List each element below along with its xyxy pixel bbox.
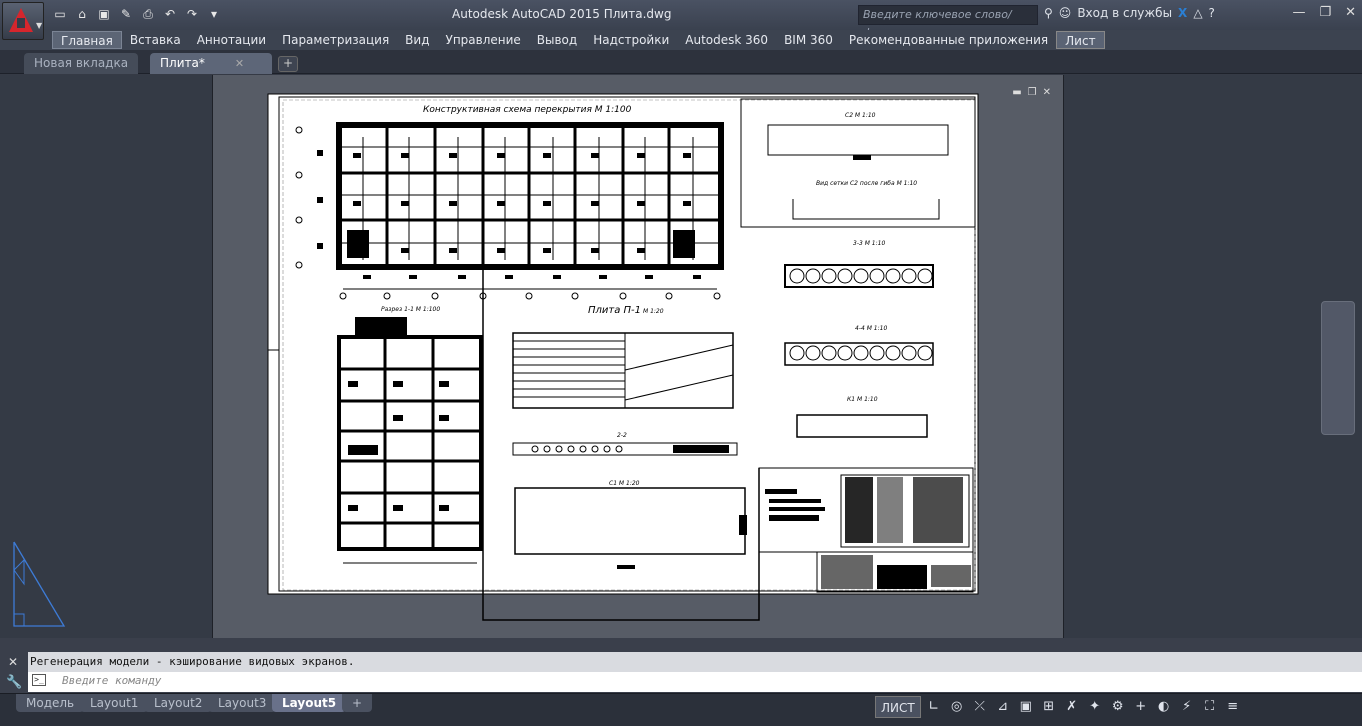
- new-icon[interactable]: ▭: [52, 6, 68, 22]
- viewport-controls: ▬ ❐ ✕: [1012, 87, 1051, 98]
- redo-icon[interactable]: ↷: [184, 6, 200, 22]
- restore-icon[interactable]: ❐: [1319, 5, 1331, 20]
- window-title: Autodesk AutoCAD 2015 Плита.dwg: [452, 7, 672, 21]
- a360-icon[interactable]: △: [1193, 6, 1202, 20]
- ribbon-tab-3[interactable]: Параметризация: [274, 31, 397, 49]
- ribbon-tab-8[interactable]: Autodesk 360: [677, 31, 776, 49]
- gear-icon[interactable]: ⚙: [1108, 696, 1128, 718]
- help-icon[interactable]: ?: [1209, 6, 1215, 20]
- ribbon-tab-6[interactable]: Вывод: [529, 31, 585, 49]
- ribbon-tab-4[interactable]: Вид: [397, 31, 437, 49]
- ortho-icon[interactable]: ⊿: [993, 696, 1013, 718]
- transparency-icon[interactable]: ⊞: [1039, 696, 1059, 718]
- hardware-icon[interactable]: ⚡: [1177, 696, 1197, 718]
- application-menu-button[interactable]: ▼: [2, 2, 44, 40]
- close-icon[interactable]: ✕: [1043, 87, 1051, 98]
- customize-icon[interactable]: ≡: [1223, 696, 1243, 718]
- title-bar: ▭ ⌂ ▣ ✎ ⎙ ↶ ↷ ▾ Autodesk AutoCAD 2015 Пл…: [0, 0, 1362, 39]
- saveas-icon[interactable]: ✎: [118, 6, 134, 22]
- command-history: Регенерация модели - кэширование видовых…: [28, 652, 1362, 672]
- layout-tab-2[interactable]: Layout2: [144, 694, 213, 712]
- prompt-icon[interactable]: >_: [32, 674, 46, 686]
- ucs-icon: [13, 541, 66, 627]
- file-tabs: Новая вкладка Плита* ✕: [0, 50, 1362, 74]
- section-44-title: 4-4 М 1:10: [855, 325, 887, 332]
- tab-new[interactable]: Новая вкладка: [24, 53, 139, 74]
- ribbon-tab-1[interactable]: Вставка: [122, 31, 189, 49]
- add-tab-button[interactable]: +: [278, 56, 298, 72]
- mesh-view-title: Вид сетки С2 после гиба М 1:10: [816, 180, 917, 187]
- add-layout-button[interactable]: +: [342, 694, 373, 712]
- section-22-title: 2-2: [617, 432, 627, 439]
- search-input[interactable]: Введите ключевое слово/фразу: [858, 5, 1038, 39]
- exchange-icon[interactable]: X: [1178, 6, 1187, 20]
- ribbon-tab-11[interactable]: Лист: [1056, 31, 1105, 49]
- print-icon[interactable]: ⎙: [140, 6, 156, 22]
- signin-button[interactable]: Вход в службы: [1077, 6, 1172, 20]
- paper-space: Конструктивная схема перекрытия М 1:100 …: [212, 75, 1064, 638]
- drawing-canvas[interactable]: Конструктивная схема перекрытия М 1:100 …: [213, 75, 1065, 638]
- plate-scale: М 1:20: [643, 308, 664, 315]
- command-input[interactable]: >_ Введите команду: [28, 672, 1362, 692]
- scale-icon[interactable]: ✦: [1085, 696, 1105, 718]
- user-icon: ☺: [1058, 6, 1072, 20]
- minimize-icon[interactable]: —: [1292, 5, 1305, 20]
- grid-icon[interactable]: ∟: [924, 696, 944, 718]
- polar-icon[interactable]: ◎: [947, 696, 967, 718]
- c1-title: С1 М 1:20: [609, 480, 640, 487]
- plan-title: Конструктивная схема перекрытия М 1:100: [423, 105, 632, 115]
- osnap-icon[interactable]: ⤫: [970, 696, 990, 718]
- close-icon[interactable]: ✕: [235, 57, 244, 70]
- quick-access-toolbar: ▭ ⌂ ▣ ✎ ⎙ ↶ ↷ ▾: [52, 6, 222, 22]
- layout-tab-1[interactable]: Layout1: [80, 694, 149, 712]
- minimize-icon[interactable]: ▬: [1012, 87, 1021, 98]
- ribbon-tab-10[interactable]: Рекомендованные приложения: [841, 31, 1056, 49]
- selection-icon[interactable]: ▣: [1016, 696, 1036, 718]
- undo-icon[interactable]: ↶: [162, 6, 178, 22]
- ribbon-tab-9[interactable]: BIM 360: [776, 31, 841, 49]
- clean-screen-icon[interactable]: ⛶: [1200, 696, 1220, 718]
- tab-file[interactable]: Плита* ✕: [150, 53, 272, 74]
- more-icon[interactable]: ▾: [206, 6, 222, 22]
- ribbon-tab-7[interactable]: Надстройки: [585, 31, 677, 49]
- layout-tab-0[interactable]: Модель: [16, 694, 85, 712]
- plate-title: Плита П-1: [588, 305, 641, 316]
- command-placeholder: Введите команду: [62, 674, 162, 687]
- tab-new-label: Новая вкладка: [34, 56, 129, 70]
- ribbon-tab-2[interactable]: Аннотации: [189, 31, 274, 49]
- status-bar: Модель Layout1 Layout2 Layout3 Layout5 + ЛИСТ…: [0, 693, 1362, 726]
- layout-tab-3[interactable]: Layout3: [208, 694, 277, 712]
- section-33-title: 3-3 М 1:10: [853, 240, 885, 247]
- workspace: Конструктивная схема перекрытия М 1:100 …: [0, 75, 1362, 638]
- binoculars-icon[interactable]: ⚲: [1044, 6, 1053, 20]
- space-toggle-button[interactable]: ЛИСТ: [875, 696, 921, 718]
- chevron-down-icon: ▼: [36, 21, 43, 30]
- c2-title: С2 М 1:10: [845, 112, 876, 119]
- restore-icon[interactable]: ❐: [1028, 87, 1037, 98]
- navigation-bar[interactable]: [1321, 301, 1355, 435]
- wrench-icon[interactable]: 🔧: [6, 675, 22, 690]
- close-icon[interactable]: ✕: [8, 655, 18, 669]
- layout-tab-4[interactable]: Layout5: [272, 694, 347, 712]
- ribbon-tab-5[interactable]: Управление: [438, 31, 529, 49]
- open-icon[interactable]: ⌂: [74, 6, 90, 22]
- autocad-logo-icon: [9, 8, 33, 32]
- section-title: Разрез 1-1 М 1:100: [381, 306, 440, 313]
- plus-icon[interactable]: +: [1131, 696, 1151, 718]
- ribbon-tabs: Главная Вставка Аннотации Параметризация Вид…: [0, 30, 1362, 50]
- close-icon[interactable]: ✕: [1345, 5, 1356, 20]
- k1-title: К1 М 1:10: [847, 396, 878, 403]
- tab-file-label: Плита*: [160, 56, 205, 70]
- annotation-icon[interactable]: ✗: [1062, 696, 1082, 718]
- ribbon-tab-0[interactable]: Главная: [52, 31, 122, 49]
- save-icon[interactable]: ▣: [96, 6, 112, 22]
- isolate-icon[interactable]: ◐: [1154, 696, 1174, 718]
